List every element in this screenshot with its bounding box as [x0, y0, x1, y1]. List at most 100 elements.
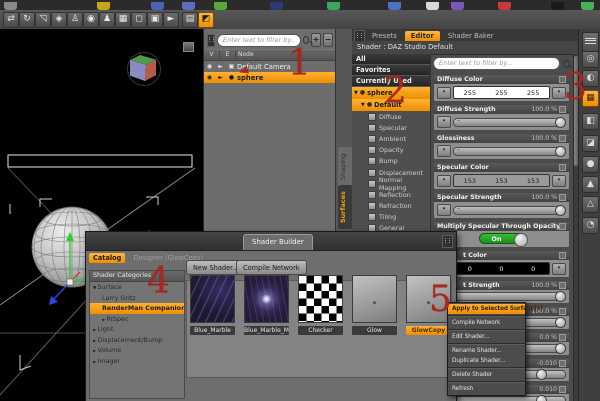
camera-tool-icon[interactable]: ▣: [147, 12, 163, 28]
expand-triangle-icon[interactable]: ▼: [361, 99, 365, 111]
help-icon[interactable]: ◎: [582, 51, 599, 68]
map-menu-button[interactable]: ▾: [437, 145, 451, 157]
collapse-button[interactable]: −: [323, 33, 333, 47]
channel-normal-mapping[interactable]: Normal Mapping: [352, 176, 430, 192]
frame-tool-icon[interactable]: ◻: [131, 12, 147, 28]
tool-icon[interactable]: ◪: [582, 135, 599, 152]
view-cube[interactable]: [127, 52, 161, 86]
scene-row-default-camera[interactable]: ◉ ► ▣ Default Camera: [204, 61, 336, 72]
pose-tool-icon[interactable]: ♟: [99, 12, 115, 28]
slider-knob[interactable]: [555, 204, 566, 216]
toggle-knob[interactable]: [513, 233, 528, 247]
dialog-title-bar[interactable]: Shader Builder: [86, 232, 456, 251]
color-dropdown-button[interactable]: ▾: [552, 174, 566, 187]
visibility-eye-icon[interactable]: ◉: [204, 63, 215, 70]
channel-tiling[interactable]: Tiling: [352, 212, 430, 223]
editable-cursor-icon[interactable]: ►: [215, 74, 226, 81]
render-tool-icon[interactable]: ▦: [115, 12, 131, 28]
slider-knob[interactable]: [536, 369, 547, 380]
column-editable[interactable]: E: [220, 50, 236, 60]
universal-tool-icon[interactable]: ◈: [51, 12, 67, 28]
tab-presets[interactable]: Presets: [366, 31, 403, 41]
scale-tool-icon[interactable]: ◹: [35, 12, 51, 28]
menu-duplicate-shader[interactable]: Duplicate Shader...: [448, 356, 525, 366]
favorite-checkbox[interactable]: [559, 386, 566, 393]
checker-preview[interactable]: [298, 275, 343, 323]
expand-triangle-icon[interactable]: ▼: [354, 87, 358, 99]
favorite-checkbox[interactable]: [559, 282, 566, 289]
blue-marble-mod-preview[interactable]: [244, 275, 289, 323]
menu-delete-shader[interactable]: Delete Shader: [448, 370, 525, 380]
favorite-checkbox[interactable]: [559, 334, 566, 341]
view-tool-icon[interactable]: ◉: [83, 12, 99, 28]
channel-opacity[interactable]: Opacity: [352, 145, 430, 156]
menu-compile-network[interactable]: Compile Network: [448, 318, 525, 328]
category-imager[interactable]: ►Imager: [90, 356, 184, 367]
menu-edit-shader[interactable]: Edit Shader...: [448, 332, 525, 342]
visibility-eye-icon[interactable]: ◉: [204, 74, 215, 81]
nav-all[interactable]: All: [352, 54, 430, 65]
color-value-field[interactable]: 255 255 255: [453, 86, 550, 99]
pointer-tool-icon[interactable]: ►: [163, 12, 179, 28]
shader-blue-marble-mod[interactable]: Blue_Marble_Mod: [244, 275, 289, 335]
slider-knob[interactable]: [555, 317, 566, 328]
color-dropdown-button[interactable]: ▾: [552, 262, 566, 275]
translate-tool-icon[interactable]: ⇄: [3, 12, 19, 28]
category-displacement-bump[interactable]: ►Displacement/Bump: [90, 335, 184, 346]
favorite-checkbox[interactable]: [559, 252, 566, 259]
rotate-tool-icon[interactable]: ↻: [19, 12, 35, 28]
sphere-primitive-icon[interactable]: ●: [582, 156, 599, 173]
surface-selection-tool-icon[interactable]: ◩: [198, 12, 214, 28]
slider[interactable]: [453, 116, 566, 128]
render-camera-icon[interactable]: ▤: [182, 12, 198, 28]
slider-knob[interactable]: [555, 116, 566, 128]
map-menu-button[interactable]: ▾: [437, 86, 451, 99]
map-menu-button[interactable]: ▾: [437, 174, 451, 187]
favorite-checkbox[interactable]: [559, 135, 566, 142]
favorite-checkbox[interactable]: [559, 194, 566, 201]
figure-outline-icon[interactable]: △: [582, 196, 599, 213]
slider[interactable]: [453, 145, 566, 157]
slider-knob[interactable]: [536, 395, 547, 401]
blue-marble-preview[interactable]: [190, 275, 235, 323]
editable-cursor-icon[interactable]: ►: [215, 63, 226, 70]
favorite-checkbox[interactable]: [559, 360, 566, 367]
category-renderman-companion[interactable]: RenderMan Companion: [90, 303, 184, 314]
shader-blue-marble[interactable]: Blue_Marble: [190, 275, 235, 335]
slider[interactable]: [453, 204, 566, 216]
slider-knob[interactable]: [555, 343, 566, 354]
favorite-checkbox[interactable]: [559, 223, 566, 230]
channel-bump[interactable]: Bump: [352, 156, 430, 167]
color-value-field[interactable]: 153 153 153: [453, 174, 550, 187]
menu-apply-to-selected-surfaces[interactable]: Apply to Selected Surface(s): [448, 304, 543, 314]
figure-icon[interactable]: ▲: [582, 176, 599, 193]
scene-panel-grip[interactable]: [207, 33, 215, 47]
category-volume[interactable]: ►Volume: [90, 345, 184, 356]
column-node[interactable]: Node: [236, 50, 336, 60]
favorite-checkbox[interactable]: [559, 308, 566, 315]
map-menu-button[interactable]: ▾: [437, 204, 451, 216]
map-menu-button[interactable]: ▾: [437, 116, 451, 128]
dialog-title-tab[interactable]: Shader Builder: [243, 234, 313, 250]
color-value-field[interactable]: 000: [453, 262, 550, 275]
column-visible[interactable]: V: [204, 50, 220, 60]
channel-ambient[interactable]: Ambient: [352, 133, 430, 144]
viewport-options-icon[interactable]: [183, 42, 194, 52]
menu-rename-shader[interactable]: Rename Shader...: [448, 346, 525, 356]
expand-button[interactable]: +: [311, 33, 321, 47]
slider-knob[interactable]: [555, 145, 566, 157]
tab-shader-baker[interactable]: Shader Baker: [442, 31, 500, 41]
properties-filter-input[interactable]: [433, 57, 560, 70]
edit-icon[interactable]: ◧: [582, 113, 599, 130]
channel-diffuse[interactable]: Diffuse: [352, 111, 430, 122]
menu-list-icon[interactable]: [582, 32, 599, 52]
slider-knob[interactable]: [555, 291, 566, 302]
dialog-grip[interactable]: [442, 235, 453, 248]
timeline-icon[interactable]: ◔: [582, 217, 599, 234]
channel-refraction[interactable]: Refraction: [352, 201, 430, 212]
menu-refresh[interactable]: Refresh: [448, 384, 525, 394]
tab-catalog[interactable]: Catalog: [89, 253, 126, 263]
category-light[interactable]: ►Light: [90, 324, 184, 335]
on-off-toggle[interactable]: On: [478, 233, 528, 247]
compile-network-button[interactable]: Compile Network: [236, 260, 307, 275]
